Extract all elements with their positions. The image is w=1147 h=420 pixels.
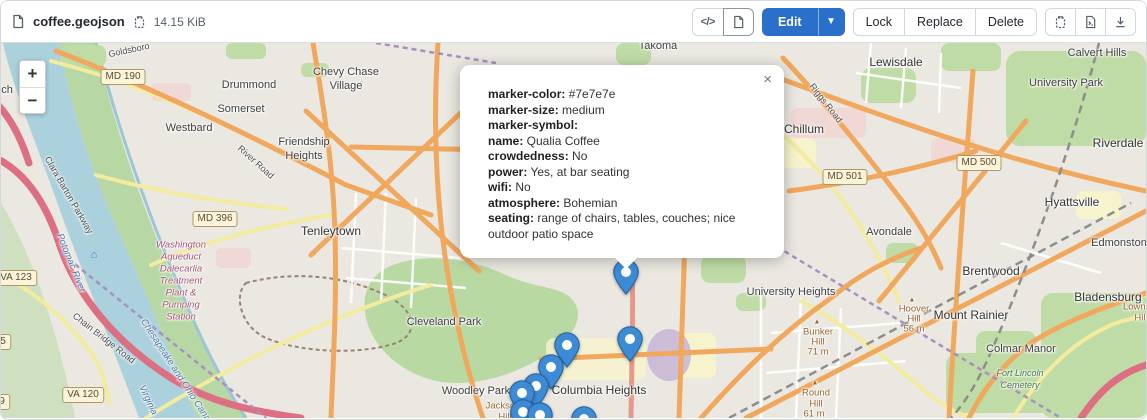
zoom-out-button[interactable]: − — [20, 87, 45, 113]
popup-fields: marker-color: #7e7e7emarker-size: medium… — [488, 87, 746, 242]
chevron-down-icon: ▼ — [826, 16, 836, 27]
map-label: Station — [166, 312, 196, 323]
road-shield: 9 — [1, 394, 10, 410]
code-icon: </> — [701, 16, 715, 28]
popup-field: power: Yes, at bar seating — [488, 165, 746, 181]
map-label: Woodley Park — [442, 385, 510, 397]
close-icon[interactable]: × — [763, 71, 772, 89]
file-size: 14.15 KiB — [154, 15, 206, 29]
popup-field: name: Qualia Coffee — [488, 134, 746, 150]
map-label: Riverdale — [1093, 136, 1144, 150]
copy-contents-button[interactable] — [1045, 8, 1076, 36]
map-label: Pumping — [162, 300, 200, 311]
map-label: Brentwood — [962, 264, 1019, 278]
zoom-control: + − — [19, 60, 46, 114]
road-shield: MD 396 — [192, 211, 237, 227]
copy-path-icon[interactable] — [133, 15, 146, 29]
map-label: Washington — [156, 240, 206, 251]
map-label: Cleveland Park — [407, 316, 482, 328]
file-icon — [11, 14, 25, 29]
road-shield: VA 123 — [1, 270, 37, 286]
map-label: University Park — [1029, 77, 1103, 89]
map-label: ▲ — [812, 380, 819, 387]
file-name: coffee.geojson — [33, 14, 125, 29]
map-label: Westbard — [166, 122, 213, 134]
file-actions-group: Lock Replace Delete — [853, 8, 1037, 36]
popup-field: marker-color: #7e7e7e — [488, 87, 746, 103]
map-label: Cemetery — [1000, 380, 1039, 390]
document-icon — [732, 15, 745, 29]
map-label: ▲ — [909, 297, 916, 304]
map-label: Hyattsville — [1045, 195, 1100, 209]
popup-field: crowdedness: No — [488, 149, 746, 165]
file-info: coffee.geojson 14.15 KiB — [11, 14, 684, 29]
file-utility-group — [1045, 8, 1136, 36]
map-label: Treatment — [160, 276, 203, 287]
map-label: Fort Lincoln — [996, 368, 1043, 378]
download-button[interactable] — [1105, 8, 1136, 36]
map-label: 71 m — [807, 347, 828, 358]
file-header: coffee.geojson 14.15 KiB </> — [1, 1, 1146, 43]
file-viewer-widget: coffee.geojson 14.15 KiB </> — [0, 0, 1147, 420]
road-shield: 5 — [1, 334, 11, 350]
map-label: Columbia Heights — [552, 383, 647, 397]
map-label: Chevy Chase — [313, 66, 379, 78]
map-label: ▲ — [814, 319, 821, 326]
view-code-button[interactable]: </> — [692, 8, 724, 36]
map-label: Tenleytown — [301, 224, 361, 238]
map-label: Aqueduct — [161, 252, 201, 263]
map-marker[interactable] — [571, 406, 597, 418]
zoom-in-button[interactable]: + — [20, 61, 45, 87]
map-label: Takoma — [639, 43, 678, 52]
map-label: Chillum — [784, 122, 824, 136]
download-icon — [1114, 15, 1127, 29]
map-label: Lewisdale — [869, 55, 922, 69]
popup-field: marker-size: medium — [488, 103, 746, 119]
map-label: Drummond — [222, 79, 276, 91]
map-label: Somerset — [217, 103, 264, 115]
road-shield: MD 501 — [822, 169, 867, 185]
map-label: University Heights — [747, 286, 836, 298]
popup-field: wifi: No — [488, 180, 746, 196]
road-shield: MD 500 — [956, 155, 1001, 171]
edit-split-button: Edit ▼ — [762, 8, 845, 36]
map-canvas[interactable]: ⌂ × marker-color: #7e7e7emarker-size: me… — [1, 43, 1146, 418]
view-toggle-group: </> — [692, 8, 754, 36]
map-label: Mount Rainier — [934, 308, 1009, 322]
map-label: Dalecarlia — [160, 264, 202, 275]
map-label: Calvert Hills — [1068, 47, 1127, 59]
poi-icon: ⌂ — [91, 249, 98, 261]
map-label: Plant & — [166, 288, 197, 299]
map-label: Round — [802, 388, 830, 399]
raw-file-button[interactable] — [1075, 8, 1106, 36]
clipboard-icon — [1054, 15, 1067, 29]
map-label: Avondale — [866, 226, 912, 238]
map-label: ch — [1, 84, 13, 96]
road-shield: MD 190 — [100, 69, 145, 85]
road-shield: VA 120 — [62, 387, 104, 403]
raw-file-icon — [1084, 15, 1097, 29]
map-label: Hill — [1134, 313, 1146, 324]
edit-button[interactable]: Edit — [762, 8, 818, 36]
popup-field: marker-symbol: — [488, 118, 746, 134]
map-label: Lowndes — [1123, 302, 1146, 313]
lock-button[interactable]: Lock — [853, 8, 905, 36]
map-label: Village — [330, 80, 363, 92]
map-label: 61 m — [803, 409, 824, 419]
map-label: 56 m — [903, 324, 924, 335]
map-marker[interactable] — [527, 402, 553, 418]
map-label: Edmonston — [1091, 237, 1146, 249]
popup-field: seating: range of chairs, tables, couche… — [488, 211, 746, 242]
map-marker[interactable] — [617, 326, 643, 362]
map-label: Heights — [285, 150, 322, 162]
map-label: Friendship — [278, 136, 329, 148]
view-rendered-button[interactable] — [723, 8, 754, 36]
delete-button[interactable]: Delete — [975, 8, 1037, 36]
feature-popup: × marker-color: #7e7e7emarker-size: medi… — [460, 65, 784, 258]
edit-dropdown-button[interactable]: ▼ — [818, 8, 845, 36]
replace-button[interactable]: Replace — [904, 8, 976, 36]
map-label: Colmar Manor — [986, 343, 1056, 355]
popup-field: atmosphere: Bohemian — [488, 196, 746, 212]
